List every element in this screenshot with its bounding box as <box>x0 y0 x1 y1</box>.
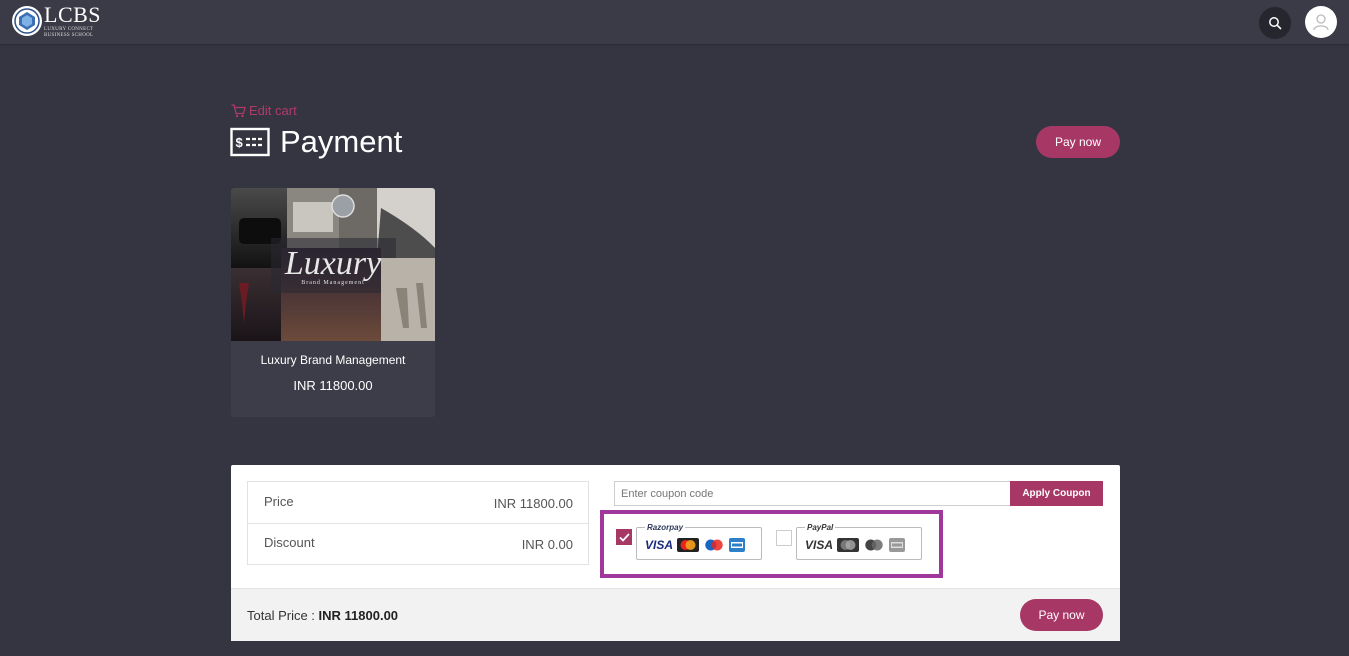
mastercard-gray-icon <box>837 538 860 552</box>
checkmark-icon <box>618 532 630 542</box>
cart-icon <box>231 103 246 117</box>
search-icon <box>1269 17 1282 30</box>
checkout-footer: Total Price : INR 11800.00 Pay now <box>231 588 1120 641</box>
total-price-value: INR 11800.00 <box>318 608 399 623</box>
mastercard-icon <box>677 538 700 552</box>
product-image-subtitle: Brand Management <box>301 280 364 286</box>
amex-icon <box>729 538 746 552</box>
logo-emblem-icon <box>12 6 42 36</box>
amex-gray-icon <box>889 538 906 552</box>
discount-row: Discount INR 0.00 <box>248 524 588 566</box>
page-title: Payment <box>280 124 403 159</box>
page-title-area: $ Payment <box>230 124 402 160</box>
product-image: Luxury Brand Management <box>231 188 435 341</box>
paypal-checkbox[interactable] <box>776 530 792 546</box>
logo-subtitle-1: LUXURY CONNECT <box>44 27 94 32</box>
checkout-panel: Price INR 11800.00 Discount INR 0.00 App… <box>231 465 1120 641</box>
user-avatar-button[interactable] <box>1305 6 1337 38</box>
product-price: INR 11800.00 <box>293 378 373 393</box>
logo-subtitle-2: BUSINESS SCHOOL <box>44 33 94 38</box>
top-navbar: LCBS LUXURY CONNECT BUSINESS SCHOOL <box>0 0 1349 44</box>
payment-methods-group: Razorpay VISA PayPal VISA <box>600 510 943 578</box>
paypal-brand-label: PayPal <box>805 523 836 532</box>
maestro-icon <box>703 538 726 552</box>
paypal-option[interactable]: PayPal VISA <box>796 523 922 560</box>
product-card[interactable]: Luxury Brand Management Luxury Brand Man… <box>231 188 435 417</box>
price-summary-table: Price INR 11800.00 Discount INR 0.00 <box>247 481 589 565</box>
svg-text:$: $ <box>236 135 244 150</box>
search-button[interactable] <box>1259 7 1291 39</box>
edit-cart-link[interactable]: Edit cart <box>231 103 297 118</box>
visa-logo: VISA <box>645 538 674 552</box>
price-label: Price <box>264 494 294 509</box>
maestro-gray-icon <box>863 538 886 552</box>
pay-now-button-bottom[interactable]: Pay now <box>1020 599 1103 631</box>
discount-value: INR 0.00 <box>521 537 573 552</box>
razorpay-checkbox[interactable] <box>616 529 632 545</box>
price-value: INR 11800.00 <box>493 496 573 511</box>
total-price-label: Total Price : <box>247 608 319 623</box>
product-name: Luxury Brand Management <box>260 353 406 367</box>
logo-title: LCBS <box>44 2 102 27</box>
apply-coupon-button[interactable]: Apply Coupon <box>1010 481 1103 506</box>
product-image-title: Luxury <box>284 245 382 282</box>
price-row: Price INR 11800.00 <box>248 482 588 524</box>
lcbs-logo[interactable]: LCBS LUXURY CONNECT BUSINESS SCHOOL <box>12 4 101 38</box>
razorpay-option[interactable]: Razorpay VISA <box>636 523 762 560</box>
razorpay-brand-label: Razorpay <box>645 523 686 532</box>
payment-bill-icon: $ <box>230 127 270 157</box>
edit-cart-label: Edit cart <box>249 103 297 118</box>
pay-now-button-top[interactable]: Pay now <box>1036 126 1120 158</box>
coupon-code-input[interactable] <box>614 481 1010 506</box>
total-price: Total Price : INR 11800.00 <box>247 608 398 623</box>
discount-label: Discount <box>264 535 315 550</box>
visa-logo-gray: VISA <box>805 538 834 552</box>
user-icon <box>1313 14 1329 31</box>
